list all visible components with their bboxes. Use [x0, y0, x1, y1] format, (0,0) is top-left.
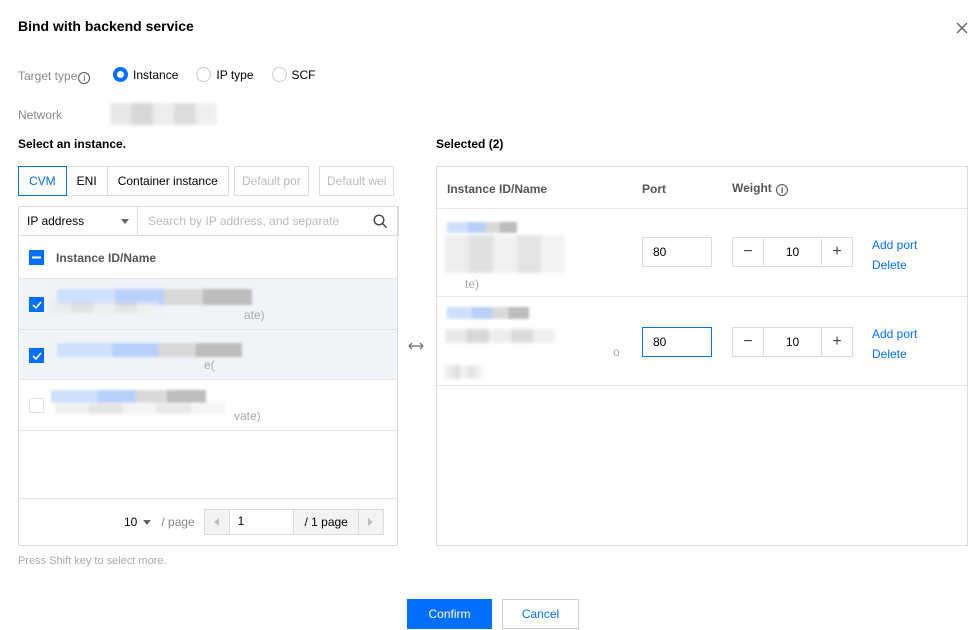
instance-ip-fragment: o: [613, 345, 620, 359]
pager-divider: [19, 498, 397, 499]
column-header-port: Port: [642, 182, 666, 196]
chevron-down-icon: [121, 218, 129, 224]
filter-select[interactable]: IP address: [18, 206, 138, 236]
instance-name-redacted: [445, 235, 565, 273]
weight-stepper: − 10 +: [732, 237, 853, 267]
cancel-button[interactable]: Cancel: [502, 599, 579, 629]
column-header-instance: Instance ID/Name: [56, 250, 157, 265]
page-size-value: 10: [124, 515, 138, 529]
delete-link[interactable]: Delete: [872, 258, 907, 272]
table-header: Instance ID/Name: [19, 237, 397, 279]
search-input[interactable]: Search by IP address, and separate: [137, 206, 399, 236]
selected-row: o 80 − 10 + Add port Delete: [437, 297, 967, 386]
close-icon[interactable]: [952, 18, 972, 38]
chevron-right-icon: [368, 518, 374, 526]
confirm-button[interactable]: Confirm: [407, 599, 492, 629]
plus-icon[interactable]: +: [822, 238, 852, 266]
plus-icon[interactable]: +: [822, 328, 852, 356]
add-port-link[interactable]: Add port: [872, 238, 917, 252]
tab-eni[interactable]: ENI: [65, 166, 108, 196]
column-header-weight-text: Weight: [732, 181, 772, 195]
instance-id-redacted: [447, 307, 529, 319]
select-instance-heading: Select an instance.: [18, 137, 127, 151]
column-header-instance: Instance ID/Name: [447, 182, 548, 196]
port-input[interactable]: 80: [642, 237, 712, 267]
instance-type-tabs: CVM ENI Container instance: [18, 166, 229, 196]
weight-stepper: − 10 +: [732, 327, 853, 357]
weight-input[interactable]: 10: [763, 328, 822, 356]
selected-table-header: Instance ID/Name Port Weight i: [437, 167, 967, 209]
instance-ip-fragment: vate): [234, 409, 261, 423]
row-checkbox[interactable]: [29, 398, 44, 413]
shift-hint: Press Shift key to select more.: [18, 555, 167, 567]
total-pages-label: / 1 page: [293, 510, 358, 534]
check-icon: [31, 300, 42, 309]
instance-id-redacted: [51, 390, 206, 403]
prev-page-button[interactable]: [205, 510, 230, 534]
table-row[interactable]: e(: [19, 330, 397, 380]
radio-ip-type[interactable]: IP type: [196, 67, 254, 82]
page-size-select[interactable]: 10 / page: [124, 515, 195, 529]
radio-scf[interactable]: SCF: [271, 67, 316, 82]
per-page-label: / page: [161, 515, 195, 529]
check-icon: [31, 351, 42, 360]
port-input[interactable]: 80: [642, 327, 712, 357]
info-icon[interactable]: i: [78, 72, 91, 84]
radio-dot-icon: [196, 67, 212, 82]
selected-row: te) 80 − 10 + Add port Delete: [437, 209, 967, 297]
transfer-arrows-icon: [408, 340, 424, 354]
table-row[interactable]: vate): [19, 380, 397, 431]
page-input[interactable]: 1: [229, 510, 294, 534]
target-type-label-text: Target type: [18, 69, 78, 83]
radio-dot-icon: [113, 67, 128, 82]
instance-ip-fragment: te): [465, 277, 480, 291]
row-checkbox[interactable]: [29, 297, 44, 312]
radio-dot-icon: [271, 67, 287, 82]
instance-ip-fragment: ate): [244, 308, 265, 322]
select-all-checkbox[interactable]: [29, 250, 44, 265]
tab-cvm[interactable]: CVM: [18, 166, 67, 196]
column-header-weight: Weight i: [732, 181, 789, 196]
search-icon[interactable]: [373, 213, 388, 229]
search-placeholder: Search by IP address, and separate: [148, 214, 340, 228]
network-label: Network: [18, 108, 63, 122]
table-row[interactable]: ate): [19, 279, 397, 330]
default-port-input[interactable]: Default por: [234, 166, 309, 196]
network-value-redacted: [110, 103, 217, 125]
instance-id-redacted: [447, 222, 517, 233]
indeterminate-icon: [32, 256, 41, 259]
instance-name-redacted: [55, 403, 225, 414]
selected-heading: Selected (2): [436, 137, 504, 151]
row-checkbox[interactable]: [29, 348, 44, 363]
next-page-button[interactable]: [358, 510, 383, 534]
default-weight-input[interactable]: Default wei: [319, 166, 394, 196]
chevron-down-icon: [143, 519, 152, 525]
tab-container-instance[interactable]: Container instance: [106, 166, 229, 196]
instance-id-redacted: [57, 343, 242, 357]
instance-name-redacted: [49, 301, 159, 313]
radio-instance-label: Instance: [133, 67, 179, 82]
radio-instance[interactable]: Instance: [113, 67, 178, 82]
instance-list-panel: IP address Search by IP address, and sep…: [18, 206, 399, 546]
chevron-left-icon: [213, 518, 219, 526]
filter-select-value: IP address: [27, 214, 85, 228]
info-icon[interactable]: i: [776, 184, 789, 196]
weight-input[interactable]: 10: [763, 238, 822, 266]
target-type-radio-group: Instance IP type SCF: [113, 67, 316, 82]
target-type-label: Target type i: [18, 69, 91, 84]
delete-link[interactable]: Delete: [872, 347, 907, 361]
selected-list-panel: Instance ID/Name Port Weight i te) 80 − …: [436, 166, 968, 546]
instance-ip-redacted: [445, 365, 483, 379]
minus-icon[interactable]: −: [733, 238, 763, 266]
instance-name-redacted: [445, 329, 555, 343]
radio-ip-type-label: IP type: [216, 67, 254, 82]
dialog-title: Bind with backend service: [18, 18, 194, 34]
radio-scf-label: SCF: [291, 67, 316, 82]
add-port-link[interactable]: Add port: [872, 327, 917, 341]
pager: 1 / 1 page: [204, 509, 384, 535]
instance-ip-fragment: e(: [204, 358, 215, 372]
minus-icon[interactable]: −: [733, 328, 763, 356]
